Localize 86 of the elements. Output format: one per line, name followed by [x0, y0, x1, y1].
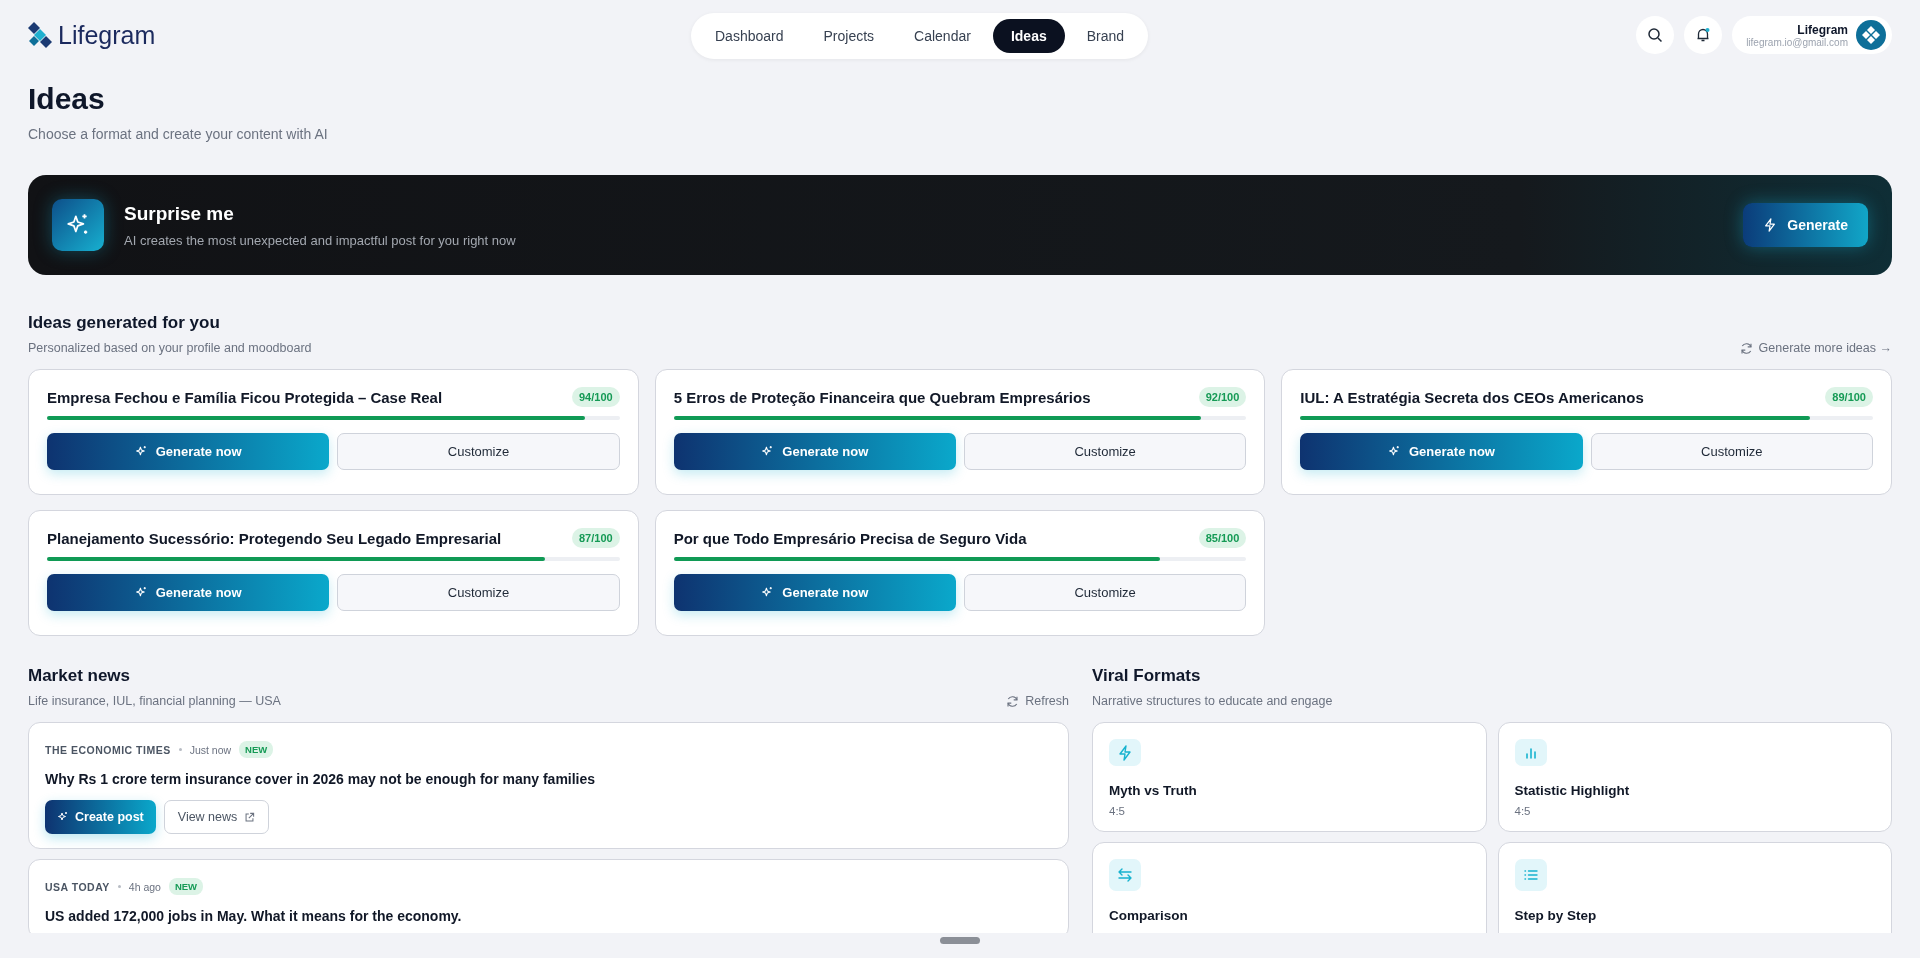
account-card[interactable]: Lifegram lifegram.io@gmail.com	[1732, 16, 1892, 54]
lightning-icon	[1109, 739, 1141, 766]
bar-chart-icon	[1514, 739, 1547, 766]
customize-button[interactable]: Customize	[964, 433, 1247, 470]
news-source: USA TODAY	[45, 880, 110, 893]
sparkles-icon	[134, 445, 148, 458]
avatar-icon	[1856, 20, 1886, 50]
news-time: Just now	[189, 743, 232, 756]
nav-tab[interactable]: Ideas	[992, 19, 1065, 53]
create-post-button[interactable]: Create post	[45, 800, 156, 834]
idea-title: Empresa Fechou e Família Ficou Protegida – Case Real	[47, 388, 443, 406]
sparkles-icon	[52, 199, 104, 251]
customize-button[interactable]: Customize	[964, 574, 1247, 611]
aspect-ratio: 4:5	[1109, 805, 1125, 817]
customize-button[interactable]: Customize	[337, 433, 620, 470]
section-title: Market news	[28, 666, 132, 686]
sparkles-icon	[1388, 445, 1401, 458]
format-card[interactable]: Myth vs Truth 4:5	[1092, 722, 1487, 832]
view-news-button[interactable]: View news	[163, 800, 270, 834]
notification-button[interactable]	[1684, 16, 1723, 54]
refresh-icon	[1006, 694, 1020, 708]
generate-more-link[interactable]: Generate more ideas →	[1739, 341, 1892, 355]
news-headline: US added 172,000 jobs in May. What it means for the economy.	[45, 908, 463, 924]
sparkles-icon	[57, 811, 69, 823]
format-name: Comparison	[1109, 908, 1188, 923]
format-name: Step by Step	[1514, 908, 1597, 923]
scroll-handle[interactable]	[940, 937, 980, 944]
list-icon	[1514, 859, 1547, 891]
customize-button[interactable]: Customize	[1590, 433, 1873, 470]
new-badge: NEW	[168, 878, 204, 895]
refresh-icon	[1739, 341, 1753, 355]
section-title: Ideas generated for you	[28, 313, 221, 333]
generate-now-button[interactable]: Generate now	[47, 574, 330, 611]
format-name: Myth vs Truth	[1109, 783, 1197, 798]
nav-tab[interactable]: Projects	[805, 19, 893, 53]
separator-dot	[178, 748, 182, 751]
score-badge: 89/100	[1825, 387, 1873, 407]
idea-title: IUL: A Estratégia Secreta dos CEOs Americanos	[1300, 388, 1644, 406]
new-badge: NEW	[239, 741, 274, 758]
idea-title: 5 Erros de Proteção Financeira que Quebram Empresários	[673, 388, 1091, 406]
brand-name: Lifegram	[58, 20, 156, 50]
bell-icon	[1695, 27, 1712, 43]
score-badge: 94/100	[572, 387, 620, 407]
news-time: 4h ago	[128, 880, 161, 893]
format-card[interactable]: Statistic Highlight 4:5	[1497, 722, 1892, 832]
generate-now-button[interactable]: Generate now	[1300, 433, 1583, 470]
page-subtitle: Choose a format and create your content with AI	[28, 126, 329, 142]
sparkles-icon	[761, 586, 775, 599]
section-subtitle: Narrative structures to educate and engage	[1092, 694, 1333, 708]
lightning-icon	[1763, 218, 1778, 232]
format-name: Statistic Highlight	[1514, 783, 1630, 798]
nav-tab[interactable]: Dashboard	[697, 19, 802, 53]
sparkles-icon	[134, 586, 148, 599]
nav-tab[interactable]: Calendar	[896, 19, 989, 53]
idea-title: Por que Todo Empresário Precisa de Seguro Vida	[673, 529, 1027, 547]
score-badge: 92/100	[1198, 387, 1247, 407]
generate-now-button[interactable]: Generate now	[673, 574, 956, 611]
score-badge: 87/100	[572, 528, 620, 548]
sparkles-icon	[761, 445, 775, 458]
generate-now-button[interactable]: Generate now	[673, 433, 956, 470]
generate-button[interactable]: Generate	[1743, 203, 1868, 247]
account-email: lifegram.io@gmail.com	[1746, 36, 1848, 48]
aspect-ratio: 4:5	[1514, 805, 1531, 817]
customize-button[interactable]: Customize	[337, 574, 620, 611]
section-subtitle: Personalized based on your profile and moodboard	[28, 341, 312, 355]
news-headline: Why Rs 1 crore term insurance cover in 2026 may not be enough for many families	[45, 771, 597, 787]
idea-title: Planejamento Sucessório: Protegendo Seu Legado Empresarial	[47, 529, 502, 547]
page-title: Ideas	[28, 82, 106, 116]
nav-tab[interactable]: Brand	[1068, 19, 1143, 53]
refresh-button[interactable]: Refresh	[1006, 694, 1069, 708]
account-name: Lifegram	[1797, 22, 1848, 37]
separator-dot	[117, 885, 121, 888]
hero-title: Surprise me	[124, 202, 235, 225]
format-card[interactable]: Step by Step	[1497, 842, 1892, 933]
search-button[interactable]	[1636, 16, 1675, 54]
swap-arrows-icon	[1109, 859, 1141, 891]
news-source: THE ECONOMIC TIMES	[45, 743, 171, 756]
generate-now-button[interactable]: Generate now	[47, 433, 330, 470]
external-link-icon	[244, 811, 256, 823]
search-icon	[1647, 27, 1664, 43]
hero-description: AI creates the most unexpected and impactful post for you right now	[124, 232, 516, 248]
format-card[interactable]: Comparison	[1092, 842, 1487, 933]
section-subtitle: Life insurance, IUL, financial planning — USA	[28, 694, 281, 708]
score-badge: 85/100	[1198, 528, 1247, 548]
logo-icon	[28, 22, 52, 48]
section-title: Viral Formats	[1092, 666, 1202, 686]
